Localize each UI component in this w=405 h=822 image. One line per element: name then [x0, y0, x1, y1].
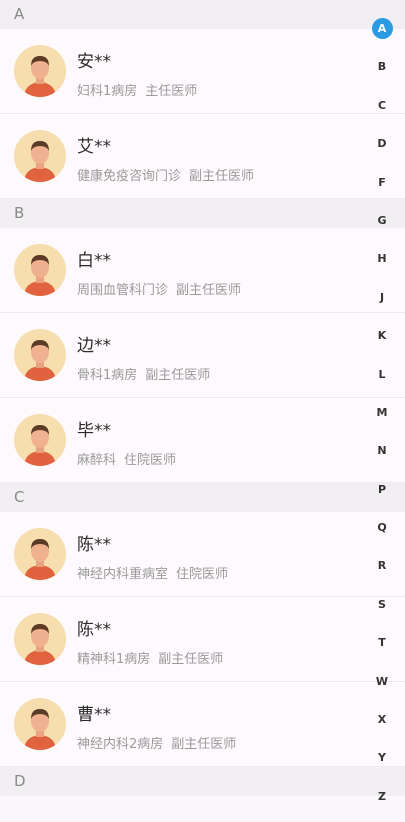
contact-department: 麻醉科: [77, 453, 117, 468]
doctor-avatar-icon: [14, 130, 66, 182]
contact-row[interactable]: 边** 骨科1病房 副主任医师: [0, 313, 405, 398]
contact-details: 麻醉科 住院医师: [77, 449, 176, 468]
section-header-a: A: [0, 0, 405, 29]
contact-title: 副主任医师: [176, 283, 242, 298]
contact-name: 陈**: [77, 620, 111, 640]
contact-details: 周围血管科门诊 副主任医师: [77, 279, 241, 298]
index-letter-z[interactable]: Z: [371, 784, 393, 822]
contact-name: 边**: [77, 336, 111, 356]
index-letter-w[interactable]: W: [371, 669, 393, 707]
index-letter-l[interactable]: L: [371, 362, 393, 400]
contact-title: 副主任医师: [171, 737, 237, 752]
index-letter-b[interactable]: B: [371, 54, 393, 92]
contact-row[interactable]: 毕** 麻醉科 住院医师: [0, 398, 405, 483]
contact-row[interactable]: 陈** 精神科1病房 副主任医师: [0, 597, 405, 682]
contact-name: 陈**: [77, 535, 111, 555]
index-letter-g[interactable]: G: [371, 208, 393, 246]
index-letter-j[interactable]: J: [371, 285, 393, 323]
index-letter-h[interactable]: H: [371, 246, 393, 284]
contact-row[interactable]: 艾** 健康免疫咨询门诊 副主任医师: [0, 114, 405, 199]
index-letter-d[interactable]: D: [371, 131, 393, 169]
doctor-avatar-icon: [14, 244, 66, 296]
contact-department: 妇科1病房: [77, 84, 138, 99]
index-letter-y[interactable]: Y: [371, 745, 393, 783]
contact-department: 周围血管科门诊: [77, 283, 169, 298]
contact-name: 艾**: [77, 137, 111, 157]
contact-department: 神经内科2病房: [77, 737, 164, 752]
index-letter-t[interactable]: T: [371, 630, 393, 668]
contact-name: 安**: [77, 52, 111, 72]
contact-row[interactable]: 安** 妇科1病房 主任医师: [0, 29, 405, 114]
doctor-avatar-icon: [14, 329, 66, 381]
contact-row[interactable]: 曹** 神经内科2病房 副主任医师: [0, 682, 405, 767]
contact-title: 住院医师: [124, 453, 177, 468]
section-header-d: D: [0, 767, 405, 796]
index-letter-p[interactable]: P: [371, 477, 393, 515]
contact-row[interactable]: 陈** 神经内科重病室 住院医师: [0, 512, 405, 597]
index-letter-a[interactable]: A: [371, 16, 393, 54]
section-header-b: B: [0, 199, 405, 228]
contact-details: 妇科1病房 主任医师: [77, 80, 197, 99]
contact-details: 神经内科重病室 住院医师: [77, 563, 228, 582]
index-letter-x[interactable]: X: [371, 707, 393, 745]
index-letter-f[interactable]: F: [371, 170, 393, 208]
index-letter-c[interactable]: C: [371, 93, 393, 131]
contact-details: 精神科1病房 副主任医师: [77, 648, 223, 667]
contact-name: 白**: [77, 251, 111, 271]
contact-department: 精神科1病房: [77, 652, 151, 667]
index-letter-n[interactable]: N: [371, 438, 393, 476]
contact-details: 健康免疫咨询门诊 副主任医师: [77, 165, 254, 184]
contact-details: 骨科1病房 副主任医师: [77, 364, 210, 383]
contact-department: 神经内科重病室: [77, 567, 169, 582]
doctor-avatar-icon: [14, 613, 66, 665]
contact-department: 骨科1病房: [77, 368, 138, 383]
contact-title: 主任医师: [145, 84, 198, 99]
contact-title: 副主任医师: [145, 368, 211, 383]
doctor-avatar-icon: [14, 698, 66, 750]
contact-department: 健康免疫咨询门诊: [77, 169, 182, 184]
index-letter-r[interactable]: R: [371, 553, 393, 591]
doctor-avatar-icon: [14, 414, 66, 466]
alphabet-index-bar[interactable]: A B C D F G H J K L M N P Q R S T W X Y …: [368, 16, 396, 822]
contact-list: A 安** 妇科1病房 主任医师 艾** 健康免疫咨询门诊 副主任医师 B 白** …: [0, 0, 405, 796]
index-letter-k[interactable]: K: [371, 323, 393, 361]
index-letter-s[interactable]: S: [371, 592, 393, 630]
contact-row[interactable]: 白** 周围血管科门诊 副主任医师: [0, 228, 405, 313]
contact-name: 毕**: [77, 421, 111, 441]
doctor-avatar-icon: [14, 528, 66, 580]
section-header-c: C: [0, 483, 405, 512]
contact-title: 住院医师: [176, 567, 229, 582]
index-letter-q[interactable]: Q: [371, 515, 393, 553]
contact-title: 副主任医师: [158, 652, 224, 667]
contact-details: 神经内科2病房 副主任医师: [77, 733, 236, 752]
index-letter-m[interactable]: M: [371, 400, 393, 438]
doctor-avatar-icon: [14, 45, 66, 97]
contact-title: 副主任医师: [189, 169, 255, 184]
contact-name: 曹**: [77, 705, 111, 725]
